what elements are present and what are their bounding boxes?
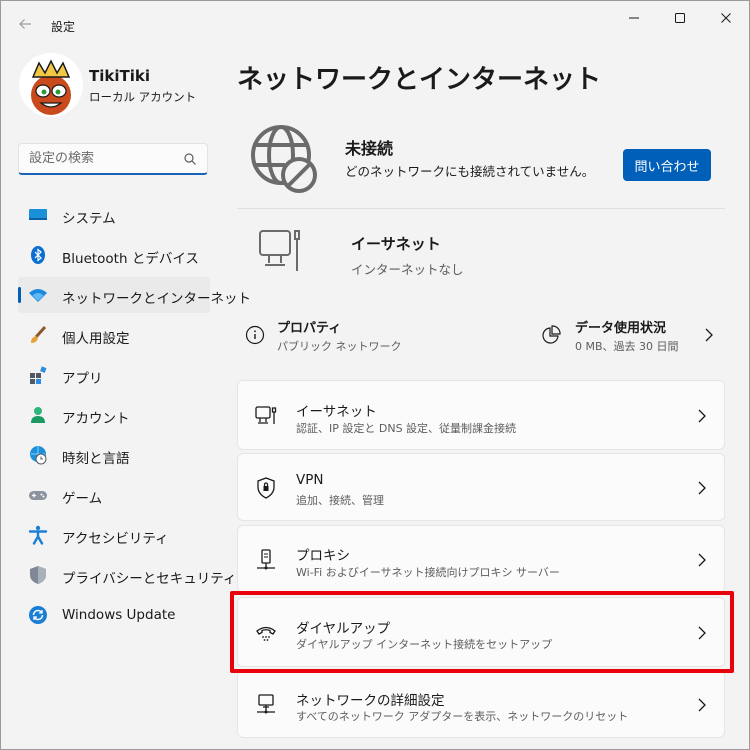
globe-disconnected-icon: [251, 125, 317, 193]
avatar-character-icon: [19, 53, 83, 117]
sidebar-item-system[interactable]: システム: [18, 197, 210, 233]
contact-support-button[interactable]: 問い合わせ: [623, 149, 711, 181]
sidebar-item-accounts[interactable]: アカウント: [18, 397, 210, 433]
globe-clock-icon: [30, 446, 47, 465]
card-title: VPN: [296, 472, 324, 488]
sidebar-item-label: アプリ: [62, 371, 103, 387]
sidebar-item-label: Windows Update: [62, 607, 176, 623]
shield-icon: [30, 566, 46, 584]
card-subtitle: 追加、接続、管理: [296, 494, 384, 507]
ethernet-status-subtitle: インターネットなし: [351, 262, 464, 277]
chevron-right-icon: [698, 481, 706, 495]
card-title: プロキシ: [296, 548, 350, 564]
properties-row: プロパティ パブリック ネットワーク データ使用状況 0 MB、過去 30 日間: [237, 305, 725, 365]
sidebar-nav: システム Bluetooth とデバイス ネットワークとインターネット 個人用設…: [18, 197, 251, 637]
ethernet-pc-icon: [259, 230, 300, 271]
pie-chart-icon[interactable]: [541, 325, 561, 345]
card-subtitle: すべてのネットワーク アダプターを表示、ネットワークのリセット: [296, 710, 629, 723]
properties-subtitle: パブリック ネットワーク: [277, 340, 402, 353]
minimize-icon: [629, 17, 639, 19]
card-title: ダイヤルアップ: [296, 621, 391, 637]
properties-title[interactable]: プロパティ: [277, 317, 341, 336]
divider: [237, 208, 725, 209]
settings-window: 設定 TikiTiki ローカル アカウント 設定の検索 システム Blueto…: [0, 0, 750, 750]
ethernet-status-title: イーサネット: [351, 235, 441, 253]
sidebar-item-label: 時刻と言語: [62, 451, 130, 467]
chevron-right-icon: [698, 626, 706, 640]
brush-icon: [31, 325, 47, 343]
sidebar-item-label: Bluetooth とデバイス: [62, 251, 199, 267]
card-dialup[interactable]: ダイヤルアップ ダイヤルアップ インターネット接続をセットアップ: [237, 597, 725, 667]
network-pc-icon: [257, 694, 275, 714]
status-title: 未接続: [345, 139, 394, 158]
card-title: ネットワークの詳細設定: [296, 693, 445, 709]
search-box[interactable]: [18, 143, 208, 175]
card-subtitle: ダイヤルアップ インターネット接続をセットアップ: [296, 638, 553, 651]
sidebar-item-apps[interactable]: アプリ: [18, 357, 210, 393]
sidebar-item-label: プライバシーとセキュリティ: [62, 571, 237, 587]
search-icon: [184, 153, 196, 165]
sidebar-item-bluetooth[interactable]: Bluetooth とデバイス: [18, 237, 210, 273]
page-title: ネットワークとインターネット: [237, 65, 602, 95]
bluetooth-icon: [31, 246, 45, 264]
close-icon: [721, 13, 731, 23]
sidebar-item-label: システム: [62, 211, 116, 227]
card-proxy[interactable]: プロキシ Wi-Fi およびイーサネット接続向けプロキシ サーバー: [237, 525, 725, 593]
monitor-icon: [29, 209, 47, 220]
sidebar-item-accessibility[interactable]: アクセシビリティ: [18, 517, 210, 553]
sidebar-item-personalization[interactable]: 個人用設定: [18, 317, 210, 353]
info-icon[interactable]: [245, 325, 265, 345]
vpn-shield-icon: [257, 477, 275, 499]
sidebar-item-label: ネットワークとインターネット: [62, 291, 251, 307]
apps-icon: [30, 366, 47, 384]
card-advanced-network[interactable]: ネットワークの詳細設定 すべてのネットワーク アダプターを表示、ネットワークのリ…: [237, 670, 725, 738]
chevron-right-icon: [698, 553, 706, 567]
update-icon: [29, 606, 47, 624]
ethernet-icon: [255, 406, 277, 424]
chevron-right-icon[interactable]: [703, 327, 715, 343]
accessibility-icon: [28, 525, 48, 545]
data-usage-title[interactable]: データ使用状況: [575, 317, 666, 336]
card-vpn[interactable]: VPN 追加、接続、管理: [237, 453, 725, 521]
sidebar-item-label: アクセシビリティ: [62, 531, 169, 547]
sidebar-item-label: ゲーム: [62, 491, 103, 507]
card-ethernet[interactable]: イーサネット 認証、IP 設定と DNS 設定、従量制課金接続: [237, 380, 725, 450]
card-subtitle: Wi-Fi およびイーサネット接続向けプロキシ サーバー: [296, 566, 560, 579]
dialup-phone-icon: [256, 626, 276, 641]
window-title: 設定: [51, 20, 76, 34]
data-usage-subtitle: 0 MB、過去 30 日間: [575, 340, 679, 353]
ethernet-status: イーサネット インターネットなし: [237, 213, 725, 289]
chevron-right-icon: [698, 409, 706, 423]
proxy-icon: [257, 549, 275, 570]
chevron-right-icon: [698, 698, 706, 712]
account-type: ローカル アカウント: [89, 90, 197, 104]
minimize-button[interactable]: [611, 1, 657, 35]
status-description: どのネットワークにも接続されていません。: [345, 164, 595, 179]
user-name: TikiTiki: [89, 67, 150, 85]
maximize-icon: [675, 13, 685, 23]
back-button[interactable]: [11, 10, 39, 38]
back-arrow-icon: [19, 19, 31, 29]
sidebar-item-network[interactable]: ネットワークとインターネット: [18, 277, 251, 313]
connection-status: 未接続 どのネットワークにも接続されていません。 問い合わせ: [237, 113, 725, 203]
card-title: イーサネット: [296, 404, 377, 420]
close-button[interactable]: [703, 1, 749, 35]
gamepad-icon: [29, 491, 47, 500]
maximize-button[interactable]: [657, 1, 703, 35]
search-input[interactable]: [29, 151, 179, 166]
person-icon: [31, 407, 45, 423]
title-bar: 設定: [1, 1, 749, 47]
sidebar-item-privacy[interactable]: プライバシーとセキュリティ: [18, 557, 236, 593]
avatar: [19, 53, 83, 117]
card-subtitle: 認証、IP 設定と DNS 設定、従量制課金接続: [296, 422, 517, 435]
sidebar-item-time-language[interactable]: 時刻と言語: [18, 437, 210, 473]
sidebar-item-label: アカウント: [62, 411, 130, 427]
sidebar-item-label: 個人用設定: [62, 331, 130, 347]
sidebar-item-windows-update[interactable]: Windows Update: [18, 597, 210, 633]
user-profile[interactable]: TikiTiki ローカル アカウント: [19, 53, 219, 123]
wifi-icon: [29, 289, 47, 302]
sidebar-item-gaming[interactable]: ゲーム: [18, 477, 210, 513]
